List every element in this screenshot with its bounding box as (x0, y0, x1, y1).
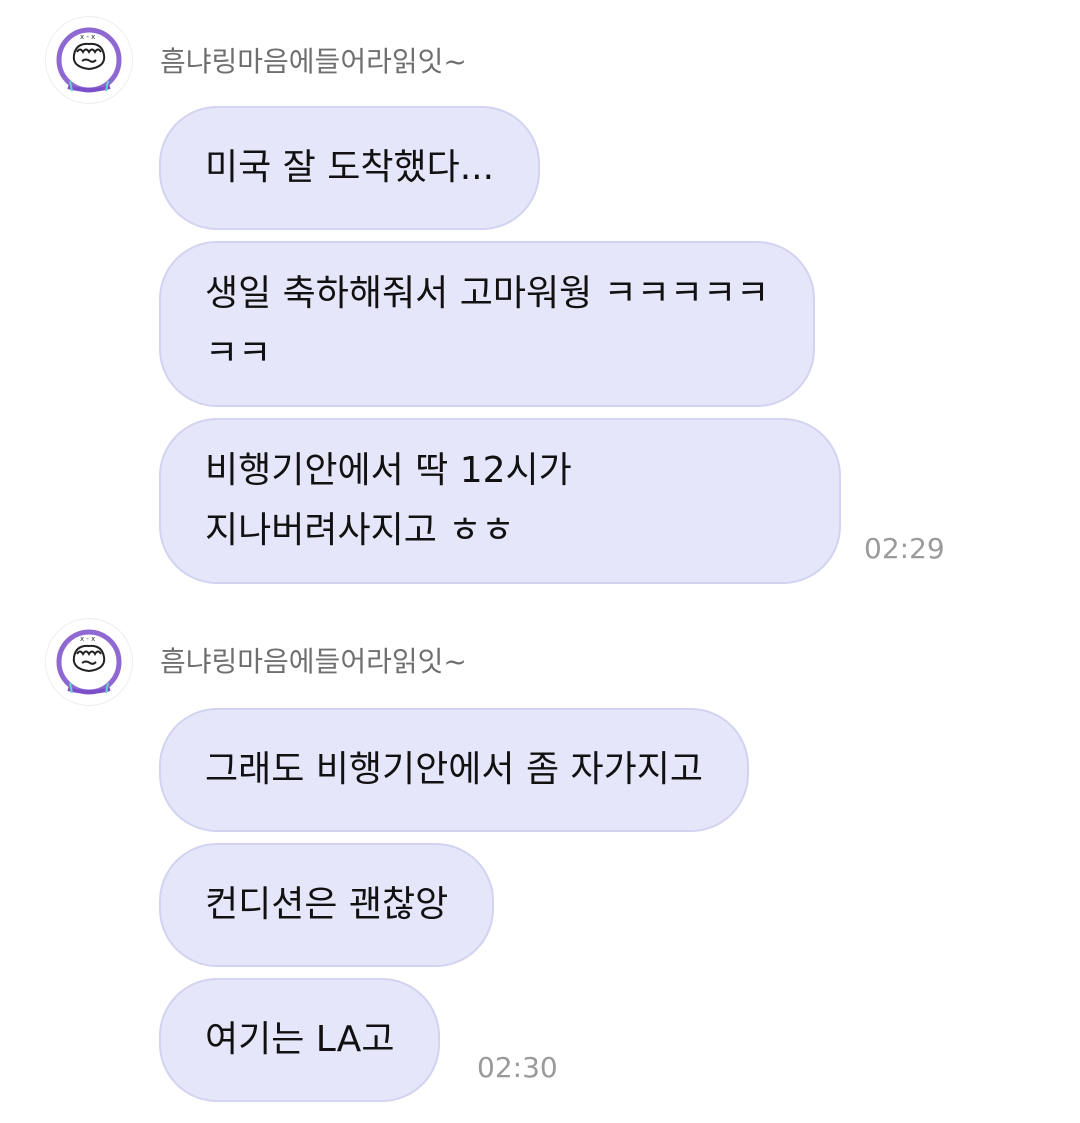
message-bubble[interactable]: 컨디션은 괜찮앙 (159, 843, 495, 967)
message-timestamp: 02:29 (864, 532, 945, 565)
message-text: 비행기안에서 딱 12시가 (205, 450, 572, 491)
message-bubble[interactable]: 그래도 비행기안에서 좀 자가지고 (159, 708, 750, 832)
message-timestamp: 02:30 (477, 1051, 558, 1084)
avatar[interactable]: x - x (46, 17, 132, 103)
avatar[interactable]: x - x (46, 619, 132, 705)
message-bubble[interactable]: 미국 잘 도착했다... (159, 106, 541, 230)
message-bubble[interactable]: 여기는 LA고 (159, 978, 441, 1102)
svg-text:x - x: x - x (80, 635, 95, 643)
doodle-face-icon: x - x (56, 27, 122, 93)
message-text: ㅋㅋ (205, 333, 272, 374)
message-bubble[interactable]: 생일 축하해줘서 고마워웡 ㅋㅋㅋㅋㅋ ㅋㅋ (159, 241, 816, 407)
message-text: 컨디션은 괜찮앙 (205, 884, 449, 925)
sender-name: 흠냐링마음에들어라읽잇~ (160, 45, 467, 78)
message-text: 지나버려사지고 ㅎㅎ (205, 510, 515, 551)
message-bubble[interactable]: 비행기안에서 딱 12시가 지나버려사지고 ㅎㅎ (159, 418, 841, 584)
message-text: 생일 축하해줘서 고마워웡 ㅋㅋㅋㅋㅋ (205, 273, 770, 314)
message-text: 여기는 LA고 (205, 1019, 395, 1060)
doodle-face-icon: x - x (56, 629, 122, 695)
message-text: 그래도 비행기안에서 좀 자가지고 (205, 749, 704, 790)
message-text: 미국 잘 도착했다... (205, 147, 495, 188)
svg-text:x - x: x - x (80, 33, 95, 41)
sender-name: 흠냐링마음에들어라읽잇~ (160, 645, 467, 678)
